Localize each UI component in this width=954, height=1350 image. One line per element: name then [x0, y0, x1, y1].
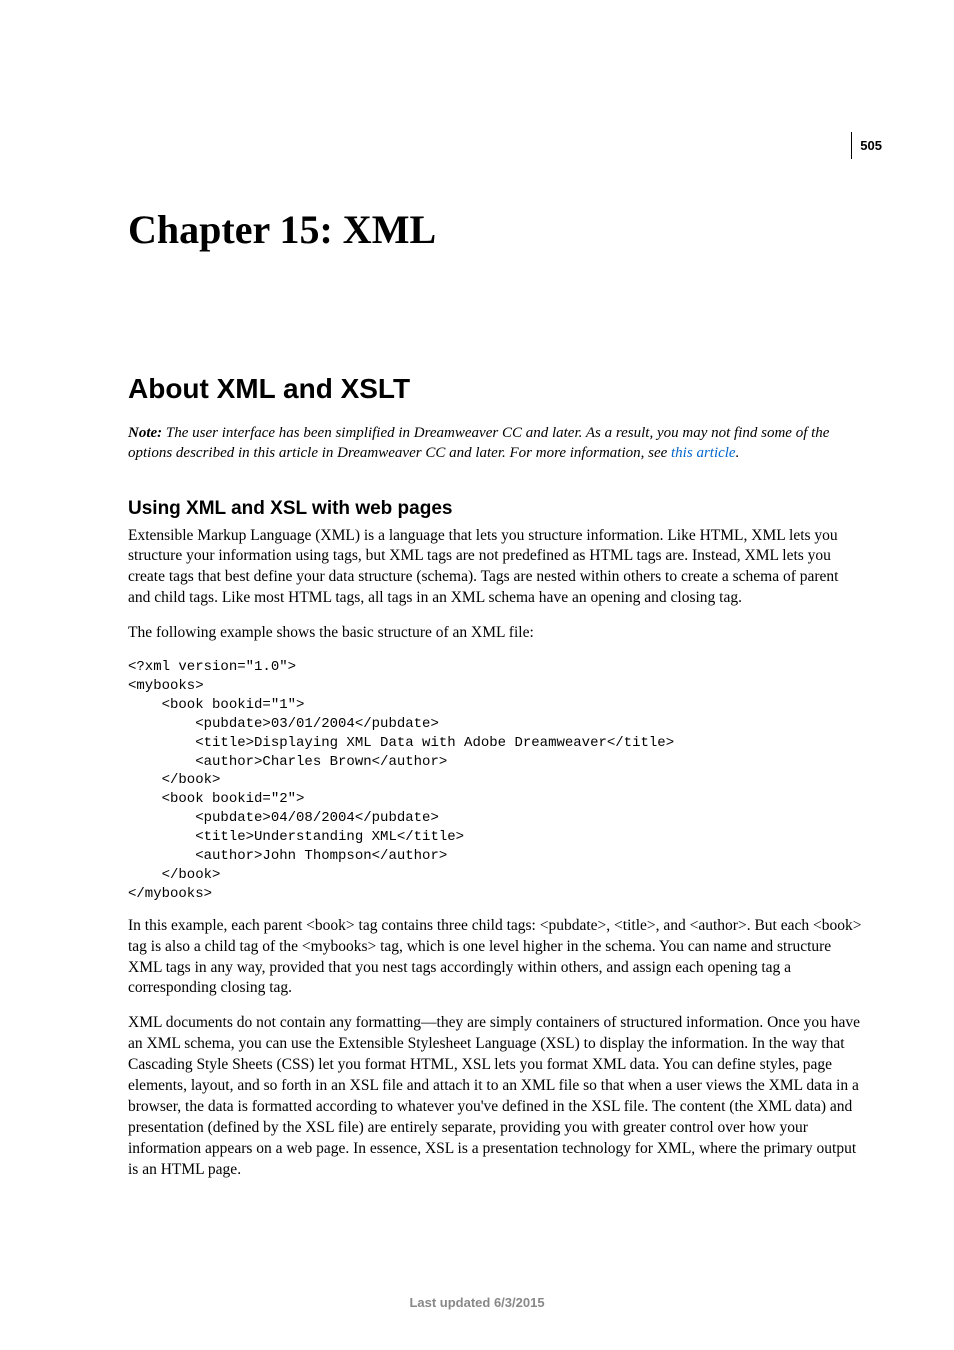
page-number: 505 [851, 132, 882, 159]
paragraph-3: In this example, each parent <book> tag … [128, 916, 862, 1000]
section-title: About XML and XSLT [128, 373, 862, 405]
chapter-title: Chapter 15: XML [128, 206, 862, 253]
note-text-after: . [736, 445, 740, 461]
paragraph-2: The following example shows the basic st… [128, 623, 862, 644]
code-block: <?xml version="1.0"> <mybooks> <book boo… [128, 658, 862, 904]
note-link[interactable]: this article [671, 445, 736, 461]
paragraph-4: XML documents do not contain any formatt… [128, 1013, 862, 1180]
note-label: Note: [128, 425, 162, 441]
footer-last-updated: Last updated 6/3/2015 [0, 1295, 954, 1310]
paragraph-1: Extensible Markup Language (XML) is a la… [128, 526, 862, 610]
subsection-title: Using XML and XSL with web pages [128, 498, 862, 520]
page: 505 Chapter 15: XML About XML and XSLT N… [0, 0, 954, 1350]
note-paragraph: Note: The user interface has been simpli… [128, 423, 862, 464]
